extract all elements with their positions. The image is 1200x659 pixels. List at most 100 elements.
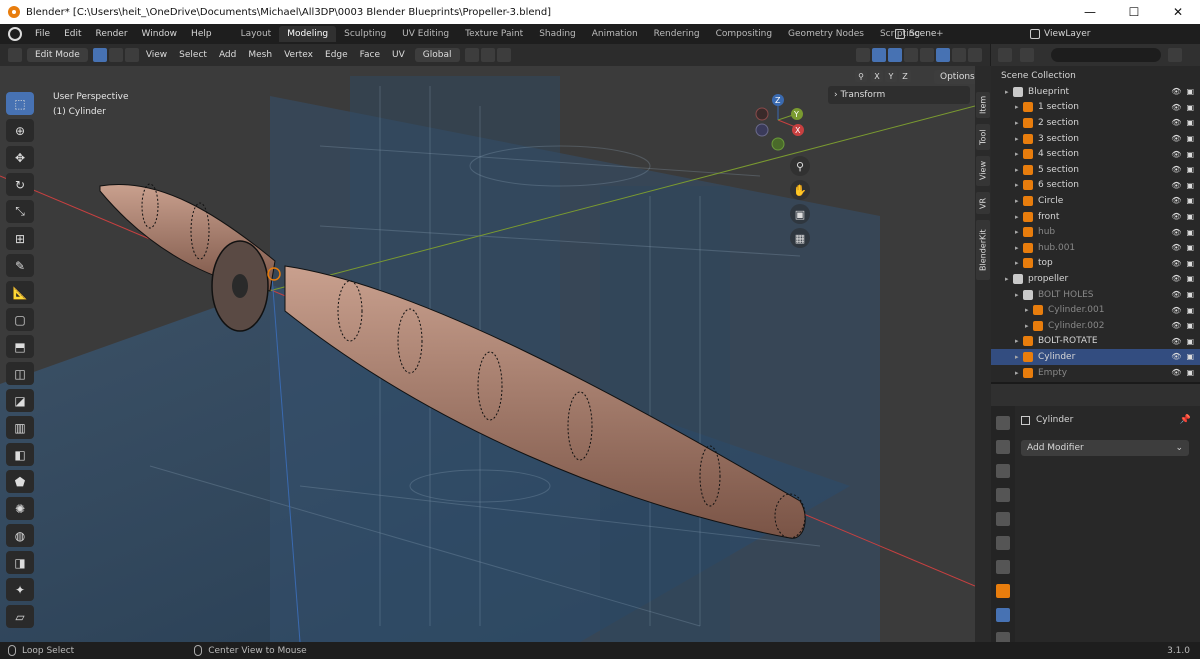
menu-select[interactable]: Select	[173, 50, 213, 60]
render-camera-icon[interactable]: ▣	[1186, 196, 1194, 205]
outliner-row[interactable]: ▸ BOLT-ROTATE 👁 ▣	[991, 334, 1200, 350]
render-camera-icon[interactable]: ▣	[1186, 259, 1194, 268]
render-camera-icon[interactable]: ▣	[1186, 103, 1194, 112]
output-properties-icon[interactable]	[996, 464, 1010, 478]
outliner-row[interactable]: ▸ Cylinder.002 👁 ▣	[991, 318, 1200, 334]
expand-arrow-icon[interactable]: ▸	[1015, 181, 1023, 189]
pivot-icon[interactable]	[464, 48, 479, 62]
render-camera-icon[interactable]: ▣	[1186, 368, 1194, 377]
material-shading-icon[interactable]	[952, 48, 966, 62]
scene-properties-icon[interactable]	[996, 512, 1010, 526]
object-properties-icon[interactable]	[996, 584, 1010, 598]
outliner-row[interactable]: ▸ 1 section 👁 ▣	[991, 100, 1200, 116]
expand-arrow-icon[interactable]: ▸	[1015, 291, 1023, 299]
zoom-icon[interactable]: ⚲	[790, 156, 810, 176]
visibility-eye-icon[interactable]: 👁	[1171, 274, 1181, 283]
mirror-z-toggle[interactable]: Z	[899, 70, 911, 82]
outliner-row[interactable]: ▸ front 👁 ▣	[991, 209, 1200, 225]
menu-vertex[interactable]: Vertex	[278, 50, 319, 60]
outliner-row[interactable]: ▸ 5 section 👁 ▣	[991, 162, 1200, 178]
visibility-eye-icon[interactable]: 👁	[1171, 87, 1181, 96]
menu-uv[interactable]: UV	[386, 50, 411, 60]
menu-mesh[interactable]: Mesh	[242, 50, 278, 60]
edge-select-icon[interactable]	[108, 48, 123, 62]
vertex-select-icon[interactable]	[92, 48, 107, 62]
expand-arrow-icon[interactable]: ▸	[1015, 244, 1023, 252]
tab-layout[interactable]: Layout	[233, 26, 280, 42]
collection-properties-icon[interactable]	[996, 560, 1010, 574]
tool-properties-icon[interactable]	[996, 416, 1010, 430]
outliner-row[interactable]: ▸ 6 section 👁 ▣	[991, 178, 1200, 194]
wireframe-shading-icon[interactable]	[920, 48, 934, 62]
visibility-eye-icon[interactable]: 👁	[1171, 337, 1181, 346]
select-tool-icon[interactable]: ⬚	[6, 92, 34, 115]
move-tool-icon[interactable]: ✥	[6, 146, 34, 169]
outliner-row[interactable]: ▸ Cylinder.001 👁 ▣	[991, 302, 1200, 318]
knife-tool-icon[interactable]: ◧	[6, 443, 34, 466]
blender-menu-icon[interactable]	[8, 27, 22, 41]
visibility-eye-icon[interactable]: 👁	[1171, 290, 1181, 299]
inset-tool-icon[interactable]: ◫	[6, 362, 34, 385]
navigation-gizmo[interactable]: X Z Y	[755, 94, 804, 151]
display-mode-icon[interactable]	[1020, 48, 1034, 62]
render-camera-icon[interactable]: ▣	[1186, 243, 1194, 252]
visibility-eye-icon[interactable]: 👁	[1171, 118, 1181, 127]
render-camera-icon[interactable]: ▣	[1186, 321, 1194, 330]
minimize-button[interactable]: —	[1068, 0, 1112, 24]
menu-edge[interactable]: Edge	[319, 50, 354, 60]
menu-face[interactable]: Face	[354, 50, 386, 60]
filter-icon[interactable]	[1168, 48, 1182, 62]
smooth-tool-icon[interactable]: ◍	[6, 524, 34, 547]
render-camera-icon[interactable]: ▣	[1186, 228, 1194, 237]
extrude-tool-icon[interactable]: ⬒	[6, 335, 34, 358]
render-camera-icon[interactable]: ▣	[1186, 87, 1194, 96]
render-properties-icon[interactable]	[996, 440, 1010, 454]
expand-arrow-icon[interactable]: ▸	[1005, 88, 1013, 96]
tab-item[interactable]: Item	[976, 92, 990, 118]
rotate-tool-icon[interactable]: ↻	[6, 173, 34, 196]
visibility-eye-icon[interactable]: 👁	[1171, 181, 1181, 190]
outliner-row[interactable]: ▸ hub 👁 ▣	[991, 224, 1200, 240]
visibility-eye-icon[interactable]: 👁	[1171, 259, 1181, 268]
expand-arrow-icon[interactable]: ▸	[1015, 119, 1023, 127]
visibility-eye-icon[interactable]: 👁	[1171, 196, 1181, 205]
xray-icon[interactable]	[904, 48, 918, 62]
visibility-eye-icon[interactable]: 👁	[1171, 150, 1181, 159]
render-camera-icon[interactable]: ▣	[1186, 165, 1194, 174]
menu-edit[interactable]: Edit	[57, 29, 88, 39]
render-camera-icon[interactable]: ▣	[1186, 118, 1194, 127]
outliner-row[interactable]: ▸ Circle 👁 ▣	[991, 193, 1200, 209]
view-layer-selector[interactable]: ViewLayer	[1030, 27, 1170, 41]
tab-vr[interactable]: VR	[976, 192, 990, 214]
render-camera-icon[interactable]: ▣	[1186, 212, 1194, 221]
cursor-tool-icon[interactable]: ⊕	[6, 119, 34, 142]
overlay-icon[interactable]	[888, 48, 902, 62]
editor-type-icon[interactable]	[8, 48, 22, 62]
visibility-eye-icon[interactable]: 👁	[1171, 103, 1181, 112]
orientation-dropdown[interactable]: Global	[414, 48, 460, 62]
outliner-row[interactable]: ▸ hub.001 👁 ▣	[991, 240, 1200, 256]
close-button[interactable]: ✕	[1156, 0, 1200, 24]
view-layer-properties-icon[interactable]	[996, 488, 1010, 502]
scene-collection-row[interactable]: Scene Collection	[991, 68, 1200, 84]
add-cube-tool-icon[interactable]: ▢	[6, 308, 34, 331]
maximize-button[interactable]: ☐	[1112, 0, 1156, 24]
visibility-eye-icon[interactable]: 👁	[1171, 368, 1181, 377]
add-modifier-dropdown[interactable]: Add Modifier ⌄	[1021, 440, 1189, 456]
outliner-row[interactable]: ▸ top 👁 ▣	[991, 256, 1200, 272]
tab-animation[interactable]: Animation	[584, 26, 646, 42]
visibility-eye-icon[interactable]: 👁	[1171, 321, 1181, 330]
render-camera-icon[interactable]: ▣	[1186, 150, 1194, 159]
pan-hand-icon[interactable]: ✋	[790, 180, 810, 200]
poly-build-tool-icon[interactable]: ⬟	[6, 470, 34, 493]
measure-tool-icon[interactable]: 📐	[6, 281, 34, 304]
outliner-row[interactable]: ▸ Empty 👁 ▣	[991, 365, 1200, 381]
expand-arrow-icon[interactable]: ▸	[1015, 135, 1023, 143]
shear-tool-icon[interactable]: ▱	[6, 605, 34, 628]
tab-compositing[interactable]: Compositing	[708, 26, 780, 42]
loop-cut-tool-icon[interactable]: ▥	[6, 416, 34, 439]
shrink-fatten-tool-icon[interactable]: ✦	[6, 578, 34, 601]
snap-icon[interactable]	[480, 48, 495, 62]
tab-geometry-nodes[interactable]: Geometry Nodes	[780, 26, 872, 42]
render-camera-icon[interactable]: ▣	[1186, 352, 1194, 361]
